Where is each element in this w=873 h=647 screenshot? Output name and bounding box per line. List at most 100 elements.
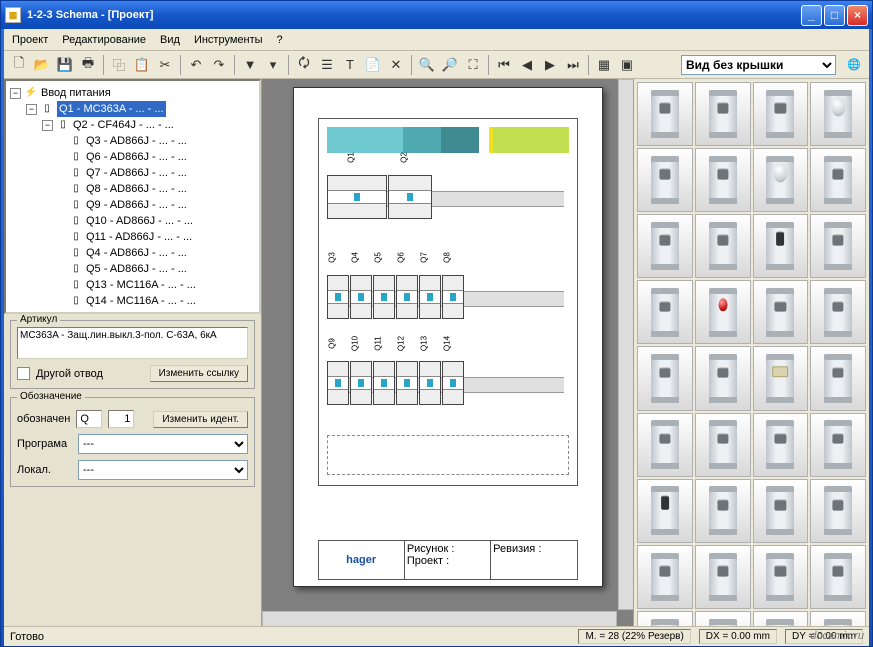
- tree-view[interactable]: − ⚡ Ввод питания − ▯ Q1 - MC363A - ... -…: [4, 79, 261, 314]
- part-thumb[interactable]: [695, 214, 751, 278]
- device-q8[interactable]: Q8: [442, 275, 464, 319]
- delete-icon[interactable]: ✕: [385, 54, 407, 76]
- device-q14[interactable]: Q14: [442, 361, 464, 405]
- new-icon[interactable]: 🗋: [8, 54, 30, 76]
- menu-edit[interactable]: Редактирование: [62, 34, 146, 46]
- other-tap-checkbox[interactable]: [17, 367, 30, 380]
- prev-icon[interactable]: ◀: [516, 54, 538, 76]
- menu-project[interactable]: Проект: [12, 34, 48, 46]
- paste-icon[interactable]: 📋: [131, 54, 153, 76]
- tree-item[interactable]: Q8 - AD866J - ... - ...: [86, 181, 187, 197]
- part-thumb[interactable]: [637, 214, 693, 278]
- local-combo[interactable]: ---: [78, 460, 248, 480]
- menu-view[interactable]: Вид: [160, 34, 180, 46]
- fit-icon[interactable]: ⛶: [462, 54, 484, 76]
- minimize-button[interactable]: _: [801, 5, 822, 26]
- part-thumb[interactable]: [695, 346, 751, 410]
- filter2-icon[interactable]: ▾: [262, 54, 284, 76]
- tree-toggle[interactable]: −: [10, 88, 21, 99]
- busbar[interactable]: [327, 127, 569, 153]
- part-thumb[interactable]: [810, 214, 866, 278]
- tree-item[interactable]: Q6 - AD866J - ... - ...: [86, 149, 187, 165]
- device-q10[interactable]: Q10: [350, 361, 372, 405]
- part-thumb[interactable]: [695, 148, 751, 212]
- tree-root-label[interactable]: Ввод питания: [41, 85, 111, 101]
- device-q6[interactable]: Q6: [396, 275, 418, 319]
- cut-icon[interactable]: ✂: [154, 54, 176, 76]
- close-button[interactable]: ×: [847, 5, 868, 26]
- device-q4[interactable]: Q4: [350, 275, 372, 319]
- device-q11[interactable]: Q11: [373, 361, 395, 405]
- part-thumb[interactable]: [753, 82, 809, 146]
- part-thumb[interactable]: [637, 611, 693, 626]
- part-thumb[interactable]: [753, 346, 809, 410]
- canvas-hscroll[interactable]: [262, 611, 617, 626]
- refresh-icon[interactable]: 🗘: [293, 54, 315, 76]
- part-thumb[interactable]: [753, 280, 809, 344]
- tree-item[interactable]: Q14 - MC116A - ... - ...: [86, 293, 196, 309]
- part-thumb[interactable]: [810, 413, 866, 477]
- zoomout-icon[interactable]: 🔎: [439, 54, 461, 76]
- part-thumb[interactable]: [753, 611, 809, 626]
- change-ident-button[interactable]: Изменить идент.: [153, 411, 248, 428]
- part-thumb[interactable]: [637, 413, 693, 477]
- tree-item[interactable]: Q10 - AD866J - ... - ...: [86, 213, 193, 229]
- part-thumb[interactable]: [753, 148, 809, 212]
- next-icon[interactable]: ▶: [539, 54, 561, 76]
- part-thumb[interactable]: [810, 82, 866, 146]
- menu-help[interactable]: ?: [277, 34, 283, 46]
- part-thumb[interactable]: [695, 479, 751, 543]
- device-q2[interactable]: Q2: [388, 175, 432, 219]
- device-q12[interactable]: Q12: [396, 361, 418, 405]
- print-icon[interactable]: 🖶: [77, 54, 99, 76]
- part-thumb[interactable]: [753, 479, 809, 543]
- canvas-vscroll[interactable]: [618, 79, 633, 610]
- part-thumb[interactable]: [753, 545, 809, 609]
- change-link-button[interactable]: Изменить ссылку: [150, 365, 248, 382]
- menu-tools[interactable]: Инструменты: [194, 34, 263, 46]
- tree-item[interactable]: Q9 - AD866J - ... - ...: [86, 197, 187, 213]
- part-thumb[interactable]: [810, 545, 866, 609]
- tree-item[interactable]: Q5 - AD866J - ... - ...: [86, 261, 187, 277]
- copy-icon[interactable]: ⿻: [108, 54, 130, 76]
- maximize-button[interactable]: □: [824, 5, 845, 26]
- tree-item[interactable]: Q7 - AD866J - ... - ...: [86, 165, 187, 181]
- tree-item[interactable]: Q13 - MC116A - ... - ...: [86, 277, 196, 293]
- part-thumb[interactable]: [753, 214, 809, 278]
- device-q5[interactable]: Q5: [373, 275, 395, 319]
- text-icon[interactable]: T: [339, 54, 361, 76]
- part-thumb[interactable]: [810, 280, 866, 344]
- part-thumb[interactable]: [695, 545, 751, 609]
- settings-icon[interactable]: ▣: [616, 54, 638, 76]
- artikul-input[interactable]: MC363A - Защ.лин.выкл.3-пол. C-63A, 6кА: [17, 327, 248, 359]
- part-thumb[interactable]: [810, 346, 866, 410]
- program-combo[interactable]: ---: [78, 434, 248, 454]
- part-thumb[interactable]: [810, 148, 866, 212]
- filter-icon[interactable]: ▼: [239, 54, 261, 76]
- tree-toggle[interactable]: −: [42, 120, 53, 131]
- tree-item[interactable]: Q12 - MC116A - ... - ...: [86, 309, 196, 314]
- part-thumb[interactable]: [695, 413, 751, 477]
- tree-item[interactable]: Q3 - AD866J - ... - ...: [86, 133, 187, 149]
- part-thumb[interactable]: [753, 413, 809, 477]
- tree-item[interactable]: Q4 - AD866J - ... - ...: [86, 245, 187, 261]
- view-mode-combo[interactable]: Вид без крышки: [681, 55, 836, 75]
- device-q9[interactable]: Q9: [327, 361, 349, 405]
- part-thumb[interactable]: [695, 611, 751, 626]
- open-icon[interactable]: 📂: [31, 54, 53, 76]
- part-thumb[interactable]: [637, 82, 693, 146]
- tree-item-q2[interactable]: Q2 - CF464J - ... - ...: [73, 117, 174, 133]
- part-thumb[interactable]: [695, 82, 751, 146]
- last-icon[interactable]: ⏭: [562, 54, 584, 76]
- number-input[interactable]: [108, 410, 134, 428]
- tree-item[interactable]: Q11 - AD866J - ... - ...: [86, 229, 192, 245]
- first-icon[interactable]: ⏮: [493, 54, 515, 76]
- part-thumb[interactable]: [637, 545, 693, 609]
- save-icon[interactable]: 💾: [54, 54, 76, 76]
- part-thumb[interactable]: [637, 479, 693, 543]
- part-thumb[interactable]: [637, 346, 693, 410]
- globe-icon[interactable]: 🌐: [843, 54, 865, 76]
- device-q13[interactable]: Q13: [419, 361, 441, 405]
- device-q7[interactable]: Q7: [419, 275, 441, 319]
- part-thumb[interactable]: [637, 148, 693, 212]
